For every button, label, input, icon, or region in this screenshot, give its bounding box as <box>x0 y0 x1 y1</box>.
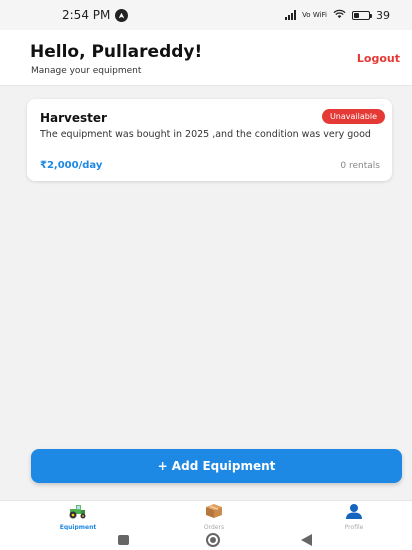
equipment-description: The equipment was bought in 2025 ,and th… <box>40 129 371 140</box>
bottom-nav: Equipment Orders Profile <box>0 500 412 531</box>
box-icon <box>205 503 223 523</box>
status-bar: 2:54 PM Vo WiFi 39 <box>0 0 412 30</box>
wifi-icon <box>333 9 346 22</box>
system-nav <box>0 530 412 550</box>
equipment-price: ₹2,000/day <box>40 160 103 171</box>
equipment-rentals: 0 rentals <box>340 161 380 171</box>
back-button[interactable] <box>301 534 312 546</box>
header-subtitle: Manage your equipment <box>31 66 142 76</box>
nav-item-equipment[interactable]: Equipment <box>48 503 108 531</box>
battery-percent: 39 <box>376 8 390 22</box>
logout-button[interactable]: Logout <box>357 52 400 65</box>
greeting-title: Hello, Pullareddy! <box>30 42 203 62</box>
navigation-icon <box>115 8 129 22</box>
nav-item-orders[interactable]: Orders <box>184 503 244 531</box>
vowifi-label: Vo WiFi <box>302 10 327 19</box>
status-left: 2:54 PM <box>62 8 129 22</box>
add-equipment-button[interactable]: + Add Equipment <box>31 449 402 483</box>
tractor-icon <box>67 503 89 523</box>
home-button[interactable] <box>206 533 220 547</box>
status-badge: Unavailable <box>321 109 385 124</box>
battery-icon <box>352 10 372 20</box>
main-content: Harvester Unavailable The equipment was … <box>0 86 412 500</box>
recent-apps-button[interactable] <box>118 535 129 545</box>
status-time: 2:54 PM <box>62 8 111 22</box>
equipment-name: Harvester <box>40 111 107 125</box>
status-right: Vo WiFi 39 <box>285 9 390 22</box>
nav-item-profile[interactable]: Profile <box>324 503 384 531</box>
signal-icon <box>285 10 297 20</box>
equipment-card[interactable]: Harvester Unavailable The equipment was … <box>27 99 392 181</box>
app-header: Hello, Pullareddy! Manage your equipment… <box>0 30 412 86</box>
person-icon <box>345 503 363 523</box>
